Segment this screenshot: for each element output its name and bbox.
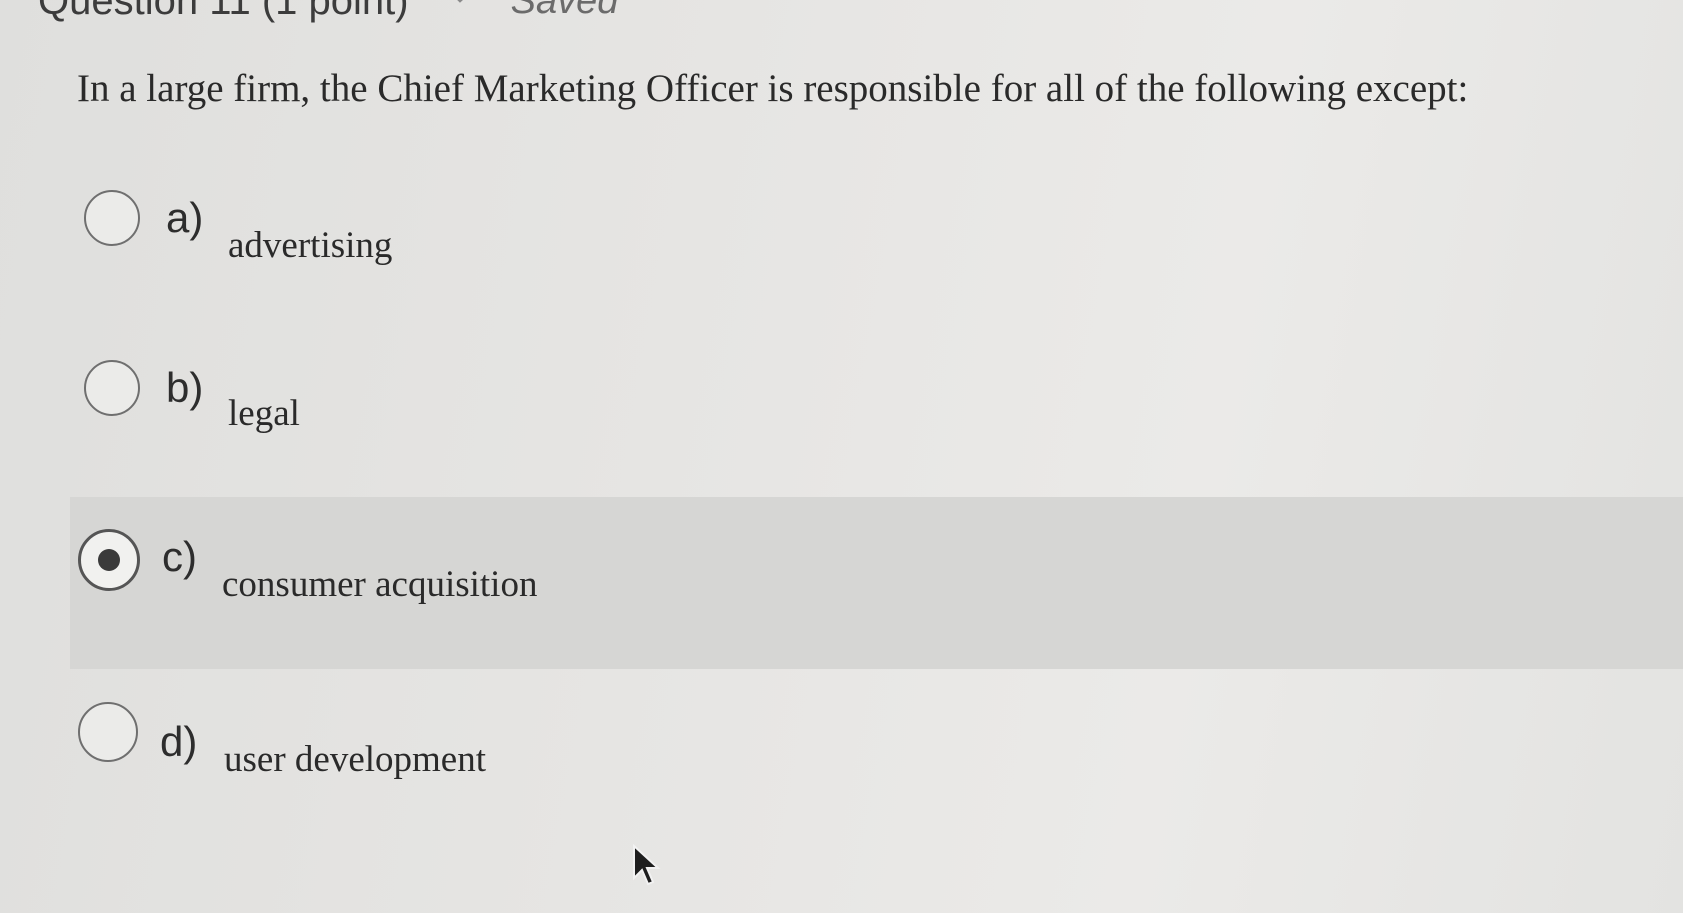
radio-button-b[interactable] <box>84 360 140 416</box>
option-label: advertising <box>228 225 393 266</box>
option-letter: d) <box>160 718 198 765</box>
radio-button-d[interactable] <box>78 702 138 762</box>
option-label: user development <box>224 739 486 780</box>
radio-button-c[interactable] <box>78 529 140 591</box>
saved-status: Saved <box>451 0 619 23</box>
question-text: In a large firm, the Chief Marketing Off… <box>77 67 1469 110</box>
option-a[interactable]: a) advertising <box>70 158 1683 330</box>
option-c[interactable]: c) consumer acquisition <box>70 497 1683 669</box>
option-letter: b) <box>166 364 204 411</box>
question-title: Question 11 (1 point) <box>38 0 409 23</box>
quiz-page: Question 11 (1 point) Saved In a large f… <box>0 0 1683 913</box>
option-label: legal <box>228 393 300 434</box>
question-header: Question 11 (1 point) Saved <box>38 0 618 24</box>
check-icon <box>456 0 463 3</box>
option-label: consumer acquisition <box>222 564 538 605</box>
radio-selected-dot <box>98 549 120 571</box>
radio-button-a[interactable] <box>84 190 140 246</box>
option-d[interactable]: d) user development <box>70 670 1683 842</box>
option-letter: c) <box>162 533 197 580</box>
saved-label: Saved <box>510 0 619 22</box>
option-b[interactable]: b) legal <box>70 328 1683 500</box>
option-letter: a) <box>166 194 204 241</box>
mouse-pointer-icon <box>633 844 661 886</box>
